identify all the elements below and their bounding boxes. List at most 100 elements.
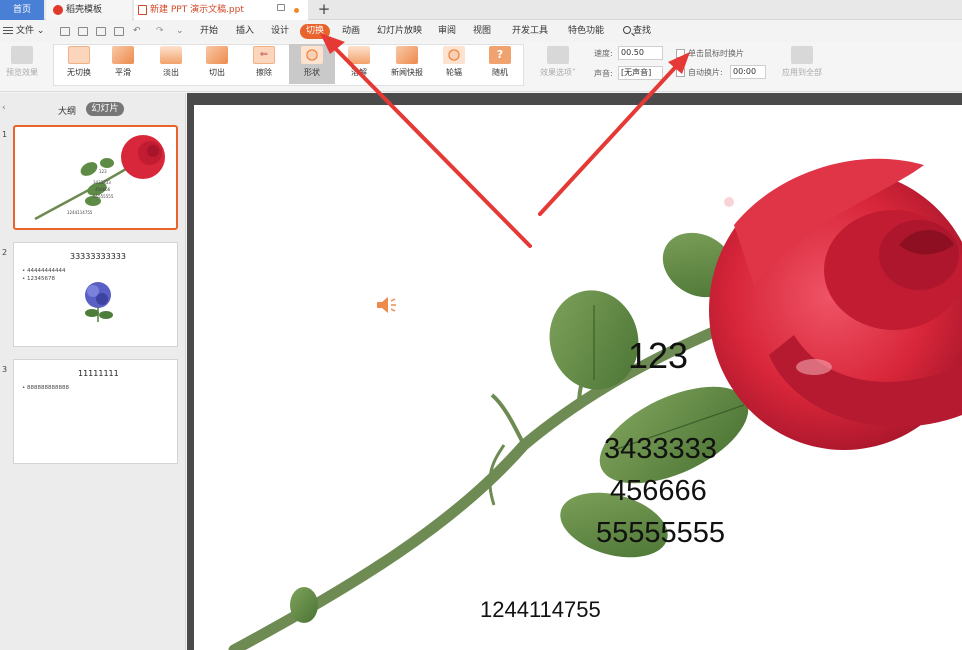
undo-icon[interactable]: ↶ xyxy=(133,24,141,39)
slide-number: 3 xyxy=(2,365,8,374)
preview-effect-button[interactable]: 预览效果 xyxy=(0,44,44,78)
transition-cut[interactable]: 切出 xyxy=(196,44,238,78)
save-icon[interactable] xyxy=(60,27,70,36)
thumb-line: 456666 xyxy=(95,187,111,192)
transition-ribbon: 预览效果 无切换 平滑 淡出 切出 ⇐ 擦除 形状 溶解 新闻快报 轮辐 ? 随… xyxy=(0,42,962,92)
redo-icon[interactable]: ↷ xyxy=(156,24,164,39)
preview-icon[interactable] xyxy=(114,27,124,36)
dissolve-icon xyxy=(348,46,370,64)
slide-text-line[interactable]: 3433333 xyxy=(604,433,717,466)
collapse-panel-icon[interactable]: ‹ xyxy=(2,103,6,113)
smooth-icon xyxy=(112,46,134,64)
slide-text-line[interactable]: 123 xyxy=(628,335,688,377)
slide-thumbnail-1[interactable]: 123 3433333 456666 55555555 1244114755 xyxy=(13,125,178,230)
transition-dissolve-label: 溶解 xyxy=(351,68,367,77)
chevron-down-icon: ⌄ xyxy=(36,26,45,36)
tab-document-label: 新建 PPT 演示文稿.ppt xyxy=(150,5,244,15)
file-menu[interactable]: 文件 ⌄ xyxy=(3,24,44,39)
transition-fade[interactable]: 淡出 xyxy=(150,44,192,78)
speed-input[interactable]: 00.50 xyxy=(618,46,663,60)
file-menu-label: 文件 xyxy=(16,26,35,36)
view-tab-outline[interactable]: 大纲 xyxy=(58,104,76,117)
slide-number: 2 xyxy=(2,248,8,257)
effect-options-label: 效果选项 xyxy=(540,68,572,77)
menu-design[interactable]: 设计 xyxy=(271,24,289,39)
speaker-icon[interactable] xyxy=(375,295,397,315)
slide-text-line[interactable]: 456666 xyxy=(610,475,707,508)
effect-options-button[interactable]: 效果选项˅ xyxy=(534,44,582,78)
sound-select[interactable]: [无声音] xyxy=(618,66,663,80)
menu-bar: 文件 ⌄ ↶ ↷ ⌄ 开始 插入 设计 切换 动画 幻灯片放映 审阅 视图 开发… xyxy=(0,21,962,42)
thumb-line: 3433333 xyxy=(93,180,111,185)
monitor-icon[interactable] xyxy=(277,4,285,11)
menu-review[interactable]: 审阅 xyxy=(438,24,456,39)
transition-shape[interactable]: 形状 xyxy=(289,44,335,84)
transition-cut-label: 切出 xyxy=(209,68,225,77)
auto-advance-input[interactable]: 00:00 xyxy=(730,65,766,79)
menu-search[interactable]: 查找 xyxy=(623,24,651,39)
thumb-bullet: • 44444444444 xyxy=(22,268,66,274)
newsflash-icon xyxy=(396,46,418,64)
slide-text-line[interactable]: 55555555 xyxy=(596,517,725,550)
slide-thumbnail-3[interactable]: 11111111 • 888888888888 xyxy=(13,359,178,464)
tab-home[interactable]: 首页 xyxy=(0,0,44,20)
transition-wipe[interactable]: ⇐ 擦除 xyxy=(243,44,285,78)
more-icon[interactable]: ⌄ xyxy=(176,24,184,39)
on-click-checkbox[interactable] xyxy=(676,49,685,58)
no-transition-icon xyxy=(68,46,90,64)
transition-wheel-label: 轮辐 xyxy=(446,68,462,77)
menu-transition[interactable]: 切换 xyxy=(300,24,331,39)
view-tab-slides[interactable]: 幻灯片 xyxy=(86,102,124,116)
search-icon xyxy=(623,26,631,34)
transition-random-label: 随机 xyxy=(492,68,508,77)
auto-advance-label: 自动换片: xyxy=(688,68,723,77)
thumb-title: 33333333333 xyxy=(70,252,126,261)
menu-slideshow[interactable]: 幻灯片放映 xyxy=(377,24,422,39)
slide-number: 1 xyxy=(2,130,8,139)
speed-value: 00.50 xyxy=(621,48,644,57)
slides-panel: ‹ 大纲 幻灯片 1 123 3433333 456666 55555555 1… xyxy=(0,93,186,650)
new-tab-button[interactable]: + xyxy=(316,0,332,20)
slide-canvas[interactable]: 123 3433333 456666 55555555 1244114755 xyxy=(194,105,962,650)
menu-animation[interactable]: 动画 xyxy=(342,24,360,39)
tab-bar: 首页 稻壳模板 新建 PPT 演示文稿.ppt + xyxy=(0,0,962,20)
wipe-icon: ⇐ xyxy=(253,46,275,64)
slide-editor: 123 3433333 456666 55555555 1244114755 xyxy=(187,93,962,650)
open-icon[interactable] xyxy=(78,27,88,36)
apply-all-label: 应用到全部 xyxy=(782,68,822,77)
tab-document[interactable]: 新建 PPT 演示文稿.ppt xyxy=(134,0,308,20)
speed-label: 速度: xyxy=(594,49,613,58)
cut-icon xyxy=(206,46,228,64)
menu-features[interactable]: 特色功能 xyxy=(568,24,604,39)
transition-wheel[interactable]: 轮辐 xyxy=(433,44,475,78)
preview-effect-label: 预览效果 xyxy=(6,68,38,77)
auto-advance-value: 00:00 xyxy=(733,67,757,76)
menu-search-label: 查找 xyxy=(633,26,652,36)
thumb-line: 55555555 xyxy=(93,194,114,199)
on-click-label: 单击鼠标时换片 xyxy=(688,49,744,58)
transition-none[interactable]: 无切换 xyxy=(58,44,100,78)
rose-image[interactable] xyxy=(194,105,962,650)
print-icon[interactable] xyxy=(96,27,106,36)
menu-view[interactable]: 视图 xyxy=(473,24,491,39)
transition-smooth[interactable]: 平滑 xyxy=(102,44,144,78)
fade-icon xyxy=(160,46,182,64)
transition-none-label: 无切换 xyxy=(67,68,91,77)
sound-label: 声音: xyxy=(594,69,613,78)
transition-newsflash[interactable]: 新闻快报 xyxy=(384,44,430,78)
slide-thumbnail-2[interactable]: 33333333333 • 44444444444 • 12345678 xyxy=(13,242,178,347)
thumb-line: 1244114755 xyxy=(67,210,93,215)
tab-template[interactable]: 稻壳模板 xyxy=(46,0,132,20)
hydrangea-image xyxy=(85,282,113,322)
thumb-bullet: • 888888888888 xyxy=(22,385,69,391)
transition-smooth-label: 平滑 xyxy=(115,68,131,77)
transition-dissolve[interactable]: 溶解 xyxy=(338,44,380,78)
menu-insert[interactable]: 插入 xyxy=(236,24,254,39)
transition-fade-label: 淡出 xyxy=(163,68,179,77)
transition-random[interactable]: ? 随机 xyxy=(479,44,521,78)
menu-developer[interactable]: 开发工具 xyxy=(512,24,548,39)
apply-all-button[interactable]: 应用到全部 xyxy=(776,44,828,78)
menu-home[interactable]: 开始 xyxy=(200,24,218,39)
auto-advance-checkbox[interactable] xyxy=(676,68,685,77)
slide-footer-text[interactable]: 1244114755 xyxy=(480,597,601,623)
